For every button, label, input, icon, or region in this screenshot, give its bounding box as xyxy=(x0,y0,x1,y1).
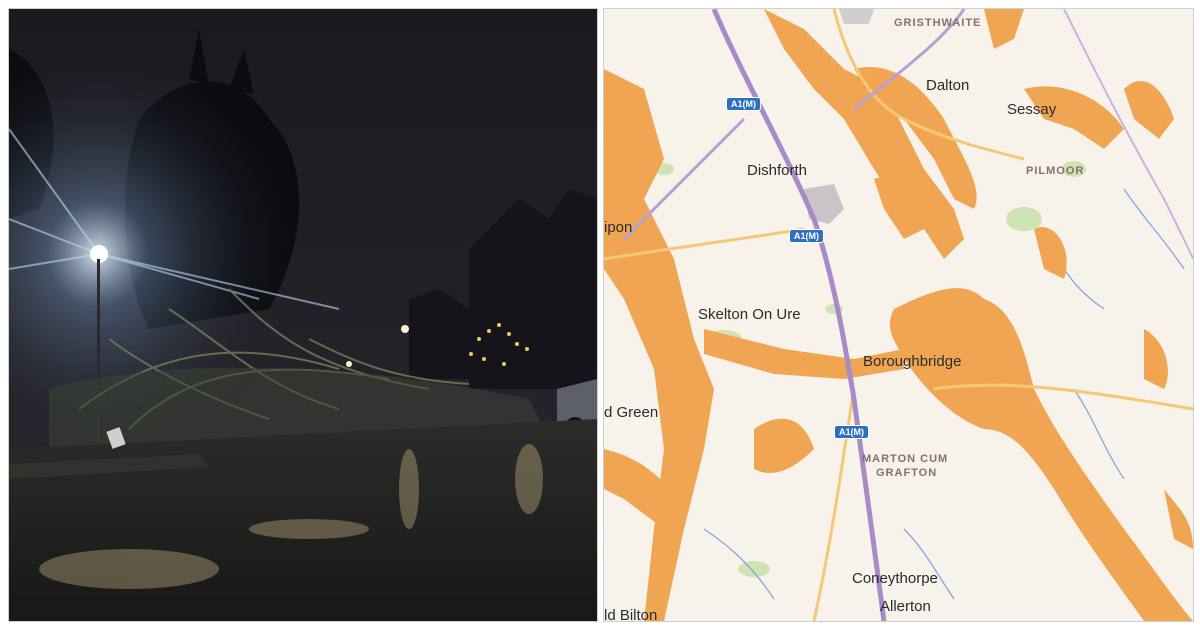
place-gristhwaite: GRISTHWAITE xyxy=(894,17,982,29)
place-dishforth: Dishforth xyxy=(747,162,808,179)
composite-frame: GRISTHWAITE Dalton Sessay Dishforth PILM… xyxy=(0,0,1200,628)
place-ripon: ipon xyxy=(604,219,633,236)
place-grafton: GRAFTON xyxy=(876,467,938,479)
map-canvas xyxy=(604,9,1193,621)
place-green: d Green xyxy=(604,404,659,421)
road-shield-a1m: A1(M) xyxy=(789,229,824,243)
place-coneythorpe: Coneythorpe xyxy=(852,570,938,587)
place-pilmoor: PILMOOR xyxy=(1026,165,1085,177)
place-bilton: ld Bilton xyxy=(604,607,658,622)
place-sessay: Sessay xyxy=(1007,101,1057,118)
place-marton-cum: MARTON CUM xyxy=(862,453,949,465)
flood-risk-map[interactable]: GRISTHWAITE Dalton Sessay Dishforth PILM… xyxy=(603,8,1194,622)
fallen-tree-illustration xyxy=(9,9,597,621)
place-skelton-on-ure: Skelton On Ure xyxy=(698,306,801,323)
road-shield-a1m: A1(M) xyxy=(834,425,869,439)
place-boroughbridge: Boroughbridge xyxy=(863,353,962,370)
place-allerton: Allerton xyxy=(880,598,931,615)
road-shield-a1m: A1(M) xyxy=(726,97,761,111)
place-dalton: Dalton xyxy=(926,77,970,94)
fallen-tree-photo xyxy=(8,8,598,622)
